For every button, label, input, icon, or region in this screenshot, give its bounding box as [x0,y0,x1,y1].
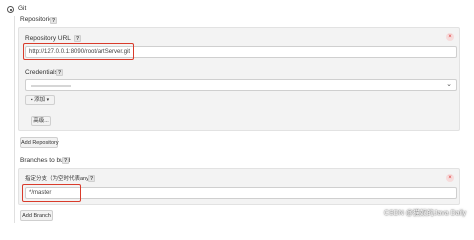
repository-url-help-icon[interactable]: ? [74,35,81,42]
remove-branch-icon[interactable]: × [446,174,454,182]
credentials-selected-value [31,85,71,87]
add-repository-button[interactable]: Add Repository [20,137,59,148]
branch-specifier-highlight [22,184,81,202]
remove-repository-icon[interactable]: × [446,33,454,41]
git-label: Git [18,5,27,12]
branches-help-icon[interactable]: ? [62,157,69,164]
advanced-button[interactable]: 高级... [31,116,51,126]
credentials-select[interactable]: ⌄ [25,79,457,91]
add-branch-button[interactable]: Add Branch [20,210,53,221]
chevron-down-icon: ⌄ [446,81,452,88]
git-radio[interactable] [7,6,14,13]
section-divider [14,16,15,223]
watermark-text: CSDN @猫奴的Java Daily [384,210,467,217]
branch-specifier-help-icon[interactable]: ? [88,175,95,182]
key-icon: ▪ [30,97,33,103]
add-credentials-label: 添加 [34,97,46,103]
branch-specifier-label: 指定分支（为空时代表any） [25,176,95,182]
repository-url-label: Repository URL [25,35,71,42]
repository-url-highlight [23,43,134,60]
repositories-help-icon[interactable]: ? [50,17,57,24]
branch-specifier-field[interactable]: */master [25,187,457,199]
credentials-help-icon[interactable]: ? [56,69,63,76]
chevron-down-icon: ▾ [46,97,50,103]
credentials-label: Credentials [25,69,58,76]
add-credentials-button[interactable]: ▪ 添加 ▾ [25,95,55,105]
